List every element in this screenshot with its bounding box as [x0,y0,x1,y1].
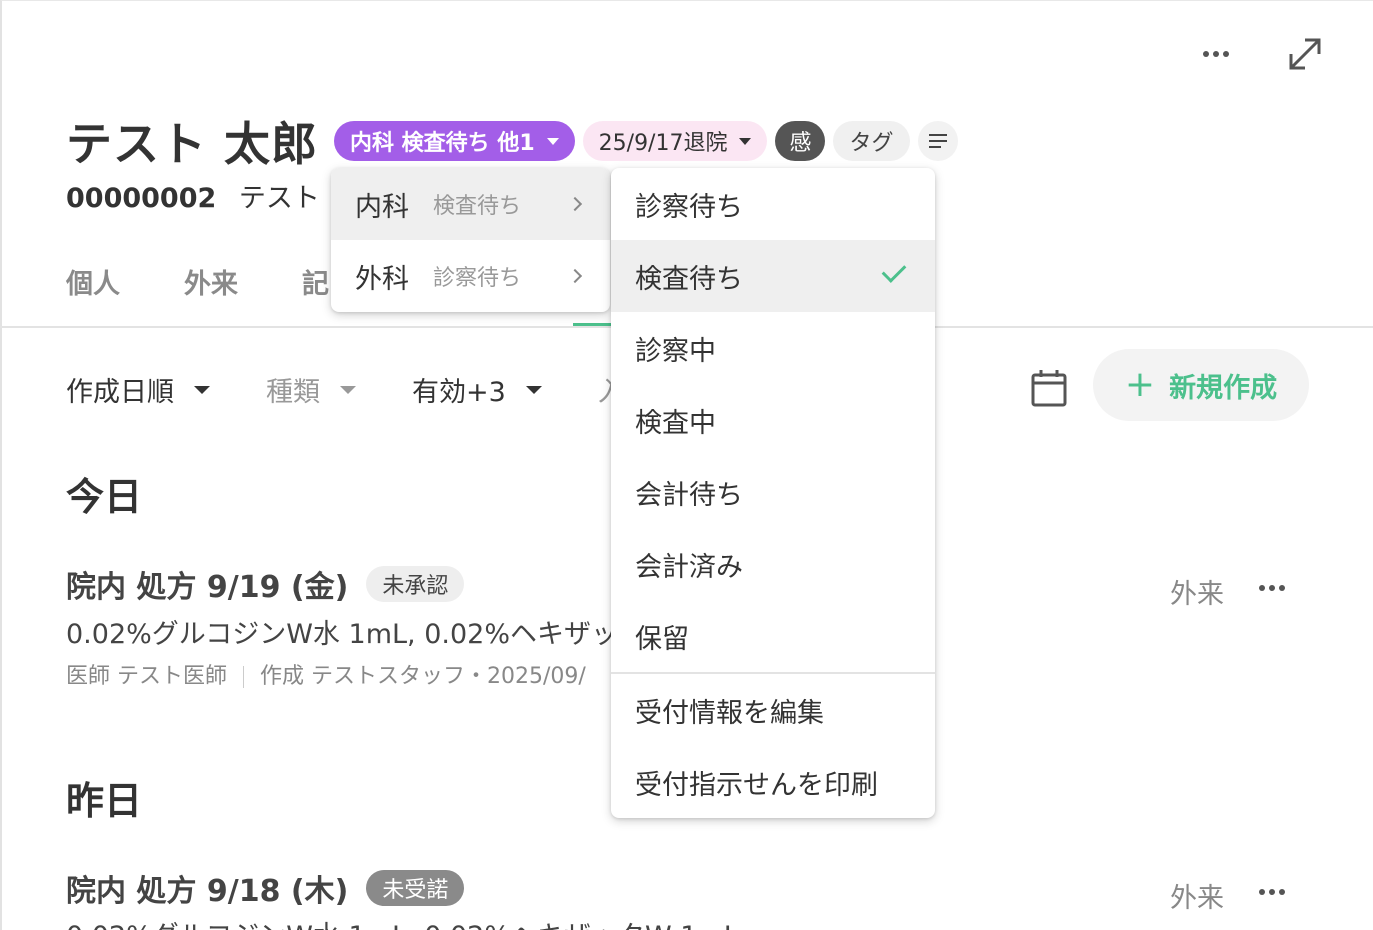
valid-filter[interactable]: 有効+3 [412,370,542,409]
patient-id: 00000002 [66,183,217,214]
expand-icon[interactable] [1287,36,1323,72]
dept-menu-item-internal[interactable]: 内科 検査待ち [331,168,610,240]
dept-menu: 内科 検査待ち 外科 診察待ち [331,168,610,312]
tab-personal[interactable]: 個人 [66,262,120,301]
chevron-right-icon [567,268,583,284]
patient-subheader: 00000002 テスト タ [66,176,355,215]
notes-icon [928,134,947,148]
record-more-icon[interactable] [1259,585,1285,591]
infection-badge[interactable]: 感 [775,121,826,161]
status-menu-item[interactable]: 会計待ち [611,456,935,528]
status-menu-item[interactable]: 診察中 [611,312,935,384]
record-type-label: 外来 [1170,579,1224,610]
status-menu-item[interactable]: 会計済み [611,528,935,600]
dept-menu-item-surgery[interactable]: 外科 診察待ち [331,240,610,312]
record-text: 0.02%グルコジンW水 1mL, 0.02%ヘキザッ [66,619,618,650]
discharge-pill[interactable]: 25/9/17退院 [582,121,768,161]
plus-icon: + [1124,364,1156,405]
sort-filter[interactable]: 作成日順 [66,370,210,409]
check-icon [881,258,907,283]
panel-toolbar [1203,36,1323,72]
chevron-down-icon [340,385,356,394]
status-menu-item[interactable]: 検査中 [611,384,935,456]
new-record-button[interactable]: + 新規作成 [1093,349,1309,421]
record-more-icon[interactable] [1259,889,1285,895]
record-title[interactable]: 院内 処方 9/19 (金) 未承認 [66,562,465,606]
edit-reception-item[interactable]: 受付情報を編集 [611,674,935,746]
status-badge: 未承認 [366,566,465,602]
status-menu-item-selected[interactable]: 検査待ち [611,240,935,312]
patient-name: テスト 太郎 [66,117,319,171]
chevron-down-icon [525,385,542,394]
tab-records[interactable]: 記 [302,262,329,301]
status-menu-item[interactable]: 診察待ち [611,168,935,240]
calendar-icon[interactable] [1030,368,1068,408]
record-meta: 医師 テスト医師 作成 テストスタッフ・2025/09/ [66,664,586,689]
section-today-title: 今日 [66,475,143,519]
print-reception-item[interactable]: 受付指示せんを印刷 [611,746,935,818]
record-text: 0.02%グルコジンW水 1mL, 0.02%ヘキザックW 1mL [66,914,739,930]
status-menu: 診察待ち 検査待ち 診察中 検査中 会計待ち 会計済み 保留 受付情報を編集 受… [611,168,935,818]
record-tabs: 個人 外来 記 [66,262,329,301]
filter-bar: 作成日順 種類 有効+3 入 [66,370,681,409]
record-title[interactable]: 院内 処方 9/18 (木) 未受諾 [66,866,465,910]
patient-header: テスト 太郎 内科 検査待ち 他1 25/9/17退院 感 タグ [66,108,966,174]
chevron-down-icon [739,137,752,145]
status-badge: 未受諾 [366,870,465,906]
memo-button[interactable] [917,121,958,161]
type-filter[interactable]: 種類 [266,370,356,409]
status-menu-item[interactable]: 保留 [611,600,935,672]
dept-status-pill[interactable]: 内科 検査待ち 他1 [334,121,575,161]
section-yesterday-title: 昨日 [66,779,143,823]
chevron-right-icon [567,196,583,212]
tag-pill[interactable]: タグ [833,121,910,161]
chevron-down-icon [194,385,210,394]
record-type-label: 外来 [1170,883,1224,914]
more-options-icon[interactable] [1203,51,1229,57]
chevron-down-icon [546,137,559,145]
tab-outpatient[interactable]: 外来 [184,262,238,301]
